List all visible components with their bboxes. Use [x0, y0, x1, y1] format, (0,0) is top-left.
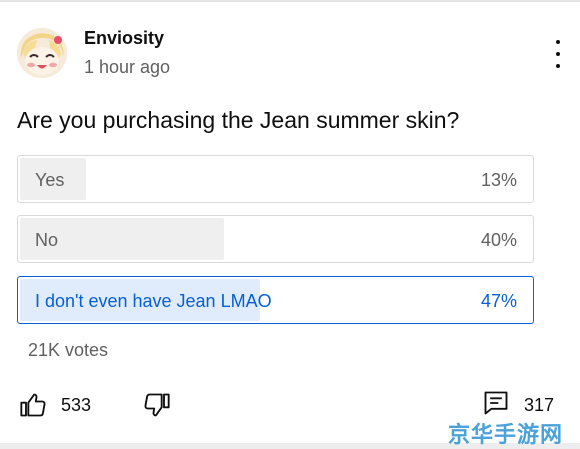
post-time: 1 hour ago [84, 57, 171, 77]
vote-count: 21K votes [28, 340, 109, 360]
menu-dot [556, 64, 560, 68]
avatar-image [17, 28, 67, 78]
poll-question: Are you purchasing the Jean summer skin? [17, 107, 460, 133]
poll-option-percent: 47% [480, 291, 517, 311]
poll-option-yes[interactable]: Yes 13% [17, 155, 534, 203]
watermark: 京华手游网 [448, 423, 564, 448]
more-vert-icon[interactable] [546, 40, 570, 68]
top-divider [0, 0, 580, 2]
menu-dot [556, 52, 560, 56]
poll-option-percent: 13% [480, 170, 517, 190]
poll-option-label: No [35, 230, 59, 250]
poll-option-label: I don't even have Jean LMAO [35, 291, 272, 311]
poll-option-no-jean[interactable]: I don't even have Jean LMAO 47% [17, 276, 534, 324]
thumbs-up-icon[interactable] [19, 391, 47, 424]
author-name[interactable]: Enviosity [84, 28, 164, 49]
poll-option-percent: 40% [480, 230, 517, 250]
poll-option-label: Yes [35, 170, 65, 190]
comment-count: 317 [524, 395, 555, 415]
avatar[interactable] [17, 28, 67, 78]
thumbs-down-icon[interactable] [143, 391, 171, 424]
menu-dot [556, 40, 560, 44]
poll-option-no[interactable]: No 40% [17, 215, 534, 263]
like-count: 533 [61, 395, 92, 415]
